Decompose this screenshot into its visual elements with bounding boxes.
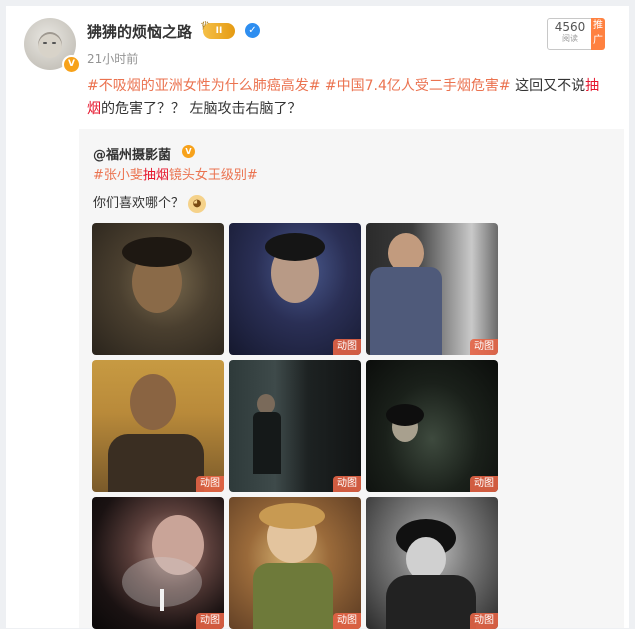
image-thumbnail[interactable]: 动图 <box>366 360 498 492</box>
hashtag-part: #张小斐 <box>93 168 143 183</box>
doge-emoji-icon: ◕ <box>188 194 207 213</box>
verified-orange-icon: V <box>62 55 81 74</box>
gif-badge: 动图 <box>333 339 361 355</box>
repost-question-text: 你们喜欢哪个？ <box>93 196 185 211</box>
post-username[interactable]: 狒狒的烦恼之路 <box>87 21 192 42</box>
image-thumbnail[interactable]: 动图 <box>229 223 361 355</box>
hashtag-part: 镜头女王级别# <box>168 168 258 183</box>
gif-badge: 动图 <box>470 476 498 492</box>
image-thumbnail[interactable]: 动图 <box>229 497 361 629</box>
post-text: #不吸烟的亚洲女性为什么肺癌高发# #中国7.4亿人受二手烟危害# 这回又不说抽… <box>87 75 607 121</box>
gif-badge: 动图 <box>470 613 498 629</box>
repost-hashtag[interactable]: #张小斐抽烟镜头女王级别# <box>93 167 258 185</box>
hashtag-link[interactable]: #不吸烟的亚洲女性为什么肺癌高发# <box>87 78 320 94</box>
verified-orange-icon: V <box>182 145 195 158</box>
repost-block[interactable]: @福州摄影菌 V #张小斐抽烟镜头女王级别# 你们喜欢哪个？ ◕ 动图 动图 动… <box>79 129 624 629</box>
gif-badge: 动图 <box>196 613 224 629</box>
blue-verified-icon: ✓ <box>245 23 260 38</box>
gif-badge: 动图 <box>196 476 224 492</box>
image-grid: 动图 动图 动图 动图 动图 动图 动图 动图 <box>92 223 498 629</box>
promo-button[interactable]: 推广 <box>591 18 605 50</box>
views-counter: 4560 阅读 <box>547 18 593 50</box>
post-text-part: 的危害了？？ 左脑攻击右脑了？ <box>101 101 302 117</box>
image-thumbnail[interactable]: 动图 <box>92 497 224 629</box>
image-thumbnail[interactable]: 动图 <box>366 223 498 355</box>
image-thumbnail[interactable]: 动图 <box>229 360 361 492</box>
views-label: 阅读 <box>562 34 578 43</box>
post-time[interactable]: 21小时前 <box>87 50 138 67</box>
views-count: 4560 <box>554 20 586 34</box>
highlight-keyword: 抽烟 <box>142 168 169 183</box>
post-text-part: 这回又不说 <box>510 78 586 94</box>
gif-badge: 动图 <box>333 476 361 492</box>
gif-badge: 动图 <box>333 613 361 629</box>
level-badge[interactable]: II <box>203 23 235 39</box>
weibo-post-card: V 狒狒的烦恼之路 ♛ II ✓ 21小时前 4560 阅读 推广 #不吸烟的亚… <box>6 6 629 629</box>
repost-question: 你们喜欢哪个？ ◕ <box>93 192 207 213</box>
image-thumbnail[interactable] <box>92 223 224 355</box>
hashtag-link[interactable]: #中国7.4亿人受二手烟危害# <box>325 78 511 94</box>
repost-username[interactable]: @福州摄影菌 <box>93 144 171 163</box>
gif-badge: 动图 <box>470 339 498 355</box>
image-thumbnail[interactable]: 动图 <box>366 497 498 629</box>
image-thumbnail[interactable]: 动图 <box>92 360 224 492</box>
